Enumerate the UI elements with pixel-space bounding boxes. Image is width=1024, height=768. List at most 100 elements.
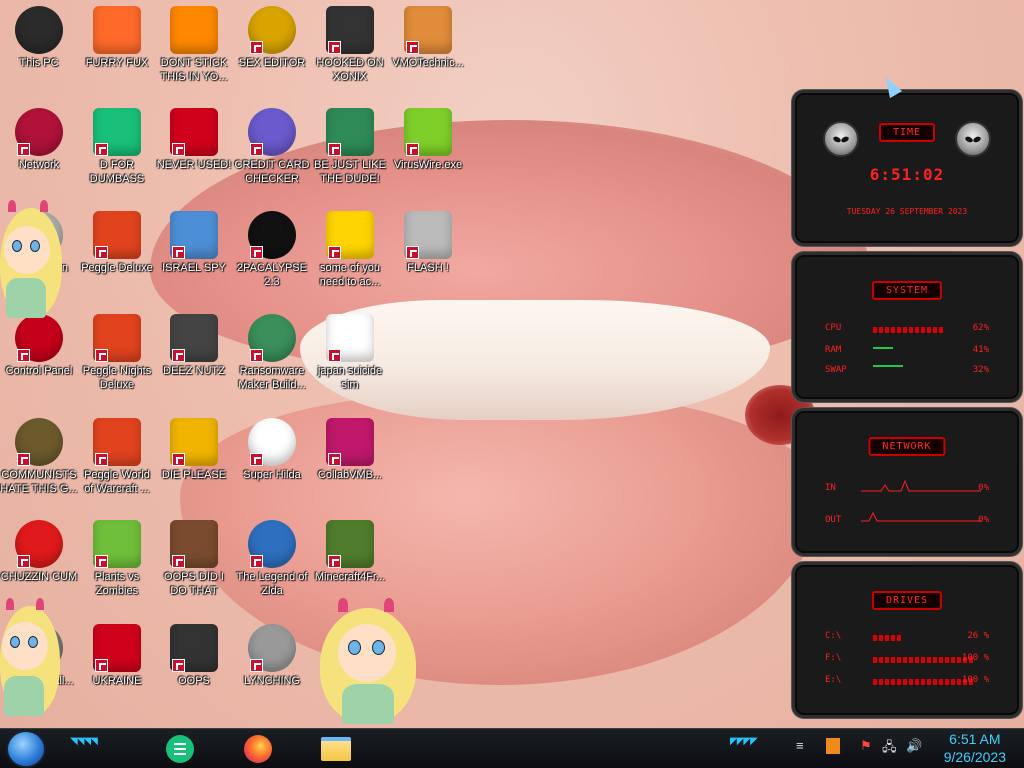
desktop-icon-furry-fux[interactable]: FURRY FUX <box>78 6 156 70</box>
control-panel-icon <box>15 314 63 362</box>
start-button[interactable] <box>6 730 46 768</box>
desktop-icon-chuzzin-cum[interactable]: CHUZZIN CUM <box>0 520 78 584</box>
desktop-icon-lynching[interactable]: LYNCHING <box>233 624 311 688</box>
shortcut-arrow-icon <box>250 41 263 54</box>
desktop-icon-oops-did-i-do-that[interactable]: OOPS DID I DO THAT <box>155 520 233 598</box>
volume-icon[interactable]: 🔊 <box>906 738 922 754</box>
desktop-icon-dont-stick-this-in-yo[interactable]: DONT STICK THIS IN YO... <box>155 6 233 84</box>
cpu-label: CPU <box>825 323 842 333</box>
network-tray-icon[interactable]: 🖧 <box>882 738 897 760</box>
menu-lines-icon[interactable]: ≡ <box>796 738 804 753</box>
window-stack-icon <box>170 314 218 362</box>
shortcut-arrow-icon <box>406 143 419 156</box>
desktop-icon-peggle-world-of-warcraft[interactable]: Peggle World of Warcraft ... <box>78 418 156 496</box>
desktop-icon-label: D FOR DUMBASS <box>89 159 145 185</box>
shortcut-arrow-icon <box>328 41 341 54</box>
desktop-icon-control-panel[interactable]: Control Panel <box>0 314 78 378</box>
desktop-icon-the-legend-of-zlda[interactable]: The Legend of Zlda <box>233 520 311 598</box>
shortcut-arrow-icon <box>328 143 341 156</box>
swap-value: 32% <box>972 365 989 375</box>
google-docs-icon <box>93 108 141 156</box>
desktop-icon-label: The Legend of Zlda <box>236 571 308 597</box>
desktop-icon-viruswire-exe[interactable]: VirusWire.exe <box>389 108 467 172</box>
desktop-icon-flash[interactable]: FLASH ! <box>389 211 467 275</box>
network-computer-icon <box>170 211 218 259</box>
desktop-icon-be-just-like-the-dude[interactable]: BE JUST LIKE THE DUDE! <box>311 108 389 186</box>
desktop-icon-credit-card-checker[interactable]: CREDIT CARD CHECKER <box>233 108 311 186</box>
system-widget: SYSTEM CPU 62% RAM 41% SWAP 32% <box>792 252 1022 402</box>
firefox-icon <box>93 6 141 54</box>
drive-c-bar <box>873 635 903 641</box>
network-in-graph <box>861 479 981 492</box>
taskbar-clock[interactable]: 6:51 AM 9/26/2023 <box>944 730 1006 766</box>
desktop-icon-communists-hate-this-g[interactable]: COMMUNISTS HATE THIS G... <box>0 418 78 496</box>
shortcut-arrow-icon <box>250 246 263 259</box>
desktop-icon-label: LYNCHING <box>243 675 301 687</box>
desktop-icon-this-pc[interactable]: This PC <box>0 6 78 70</box>
desktop-icon-collabvmb[interactable]: CollabVMB... <box>311 418 389 482</box>
desktop-icon-never-used[interactable]: NEVER USED! <box>155 108 233 172</box>
desktop-icon-label: OOPS <box>178 675 210 687</box>
network-widget: NETWORK IN 0% OUT 0% <box>792 408 1022 556</box>
shortcut-arrow-icon <box>17 143 30 156</box>
flag-icon[interactable]: ⚑ <box>860 738 872 754</box>
desktop-icon-japan-suicide-sim[interactable]: japan suicide sim <box>311 314 389 392</box>
desktop-icon-plants-vs-zombies[interactable]: Plants vs Zombies <box>78 520 156 598</box>
desktop-icon-hooked-on-xonix[interactable]: HOOKED ON XONIX <box>311 6 389 84</box>
swap-label: SWAP <box>825 365 847 375</box>
desktop-icon-label: COMMUNISTS HATE THIS G... <box>0 469 78 495</box>
cpu-row: CPU 62% <box>825 323 989 337</box>
desktop-icon-label: Peggle World of Warcraft ... <box>84 469 150 495</box>
shortcut-arrow-icon <box>95 453 108 466</box>
drive-f-row: F:\ 100 % <box>825 653 989 667</box>
desktop-icon-super-hilda[interactable]: Super Hilda <box>233 418 311 482</box>
grass-block-icon <box>326 520 374 568</box>
cartoon-girl-sticker-left-top <box>0 200 64 320</box>
desktop-icon-deez-nutz[interactable]: DEEZ NUTZ <box>155 314 233 378</box>
desktop-icon-label: FURRY FUX <box>85 57 149 69</box>
desktop-icon-israel-spy[interactable]: ISRAEL SPY <box>155 211 233 275</box>
shortcut-arrow-icon <box>406 246 419 259</box>
desktop-icon-d-for-dumbass[interactable]: D FOR DUMBASS <box>78 108 156 186</box>
desktop-icon-network[interactable]: Network <box>0 108 78 172</box>
desktop-icon-die-please[interactable]: DIE PLEASE <box>155 418 233 482</box>
drive-e-bar <box>873 679 973 685</box>
widget-column: TIME 6:51:02 TUESDAY 26 SEPTEMBER 2023 S… <box>792 90 1022 718</box>
desktop-icon-minecraft4fr[interactable]: Minecraft4Fr... <box>311 520 389 584</box>
desktop-icon-label: Peggle Deluxe <box>81 262 153 274</box>
drive-f-label: F:\ <box>825 653 842 663</box>
desktop-icon-oops[interactable]: OOPS <box>155 624 233 688</box>
taskbar-google-docs-button[interactable] <box>162 732 198 766</box>
taskbar-file-explorer-button[interactable] <box>318 732 354 766</box>
taskbar-firefox-button[interactable] <box>240 732 276 766</box>
drives-widget: DRIVES C:\ 26 % F:\ 100 % E:\ 100 % <box>792 562 1022 718</box>
desktop-icon-sex-editor[interactable]: SEX EDITOR <box>233 6 311 70</box>
desktop-icon-label: FLASH ! <box>407 262 449 274</box>
shortcut-arrow-icon <box>17 453 30 466</box>
shortcut-arrow-icon <box>172 246 185 259</box>
desktop-icon-ukraine[interactable]: UKRAINE <box>78 624 156 688</box>
desktop-icon-label: Minecraft4Fr... <box>314 571 386 583</box>
network-in-label: IN <box>825 483 836 493</box>
desktop-icon-peggle-nights-deluxe[interactable]: Peggle Nights Deluxe <box>78 314 156 392</box>
desktop-icon-ransomware-maker-build[interactable]: Ransomware Maker Build... <box>233 314 311 392</box>
desktop-icon-peggle-deluxe[interactable]: Peggle Deluxe <box>78 211 156 275</box>
drive-f-bar <box>873 657 973 663</box>
alien-head-icon <box>823 121 859 157</box>
network-out-label: OUT <box>825 515 842 525</box>
desktop-icon-label: japan suicide sim <box>317 365 383 391</box>
flash-tray-icon[interactable] <box>826 738 840 754</box>
drive-f-value: 100 % <box>961 653 989 663</box>
dog-cartoon-icon <box>326 211 374 259</box>
taskbar-decoration-right: ◤◤◤◤ <box>730 736 758 747</box>
shortcut-arrow-icon <box>172 453 185 466</box>
desktop-icon-some-of-you-need-to-ac[interactable]: some of you need to ac... <box>311 211 389 289</box>
shortcut-arrow-icon <box>250 143 263 156</box>
desktop-icon-vmotechnic[interactable]: VMOTechnic... <box>389 6 467 70</box>
ram-label: RAM <box>825 345 842 355</box>
shortcut-arrow-icon <box>250 659 263 672</box>
desktop-icon-2pacalypse-2-3[interactable]: 2PACALYPSE 2.3 <box>233 211 311 289</box>
taskbar-decoration-left: ◥◥◥◥ <box>70 736 98 747</box>
flash-cards-icon <box>404 211 452 259</box>
cartoon-girl-sticker-center <box>318 598 418 726</box>
